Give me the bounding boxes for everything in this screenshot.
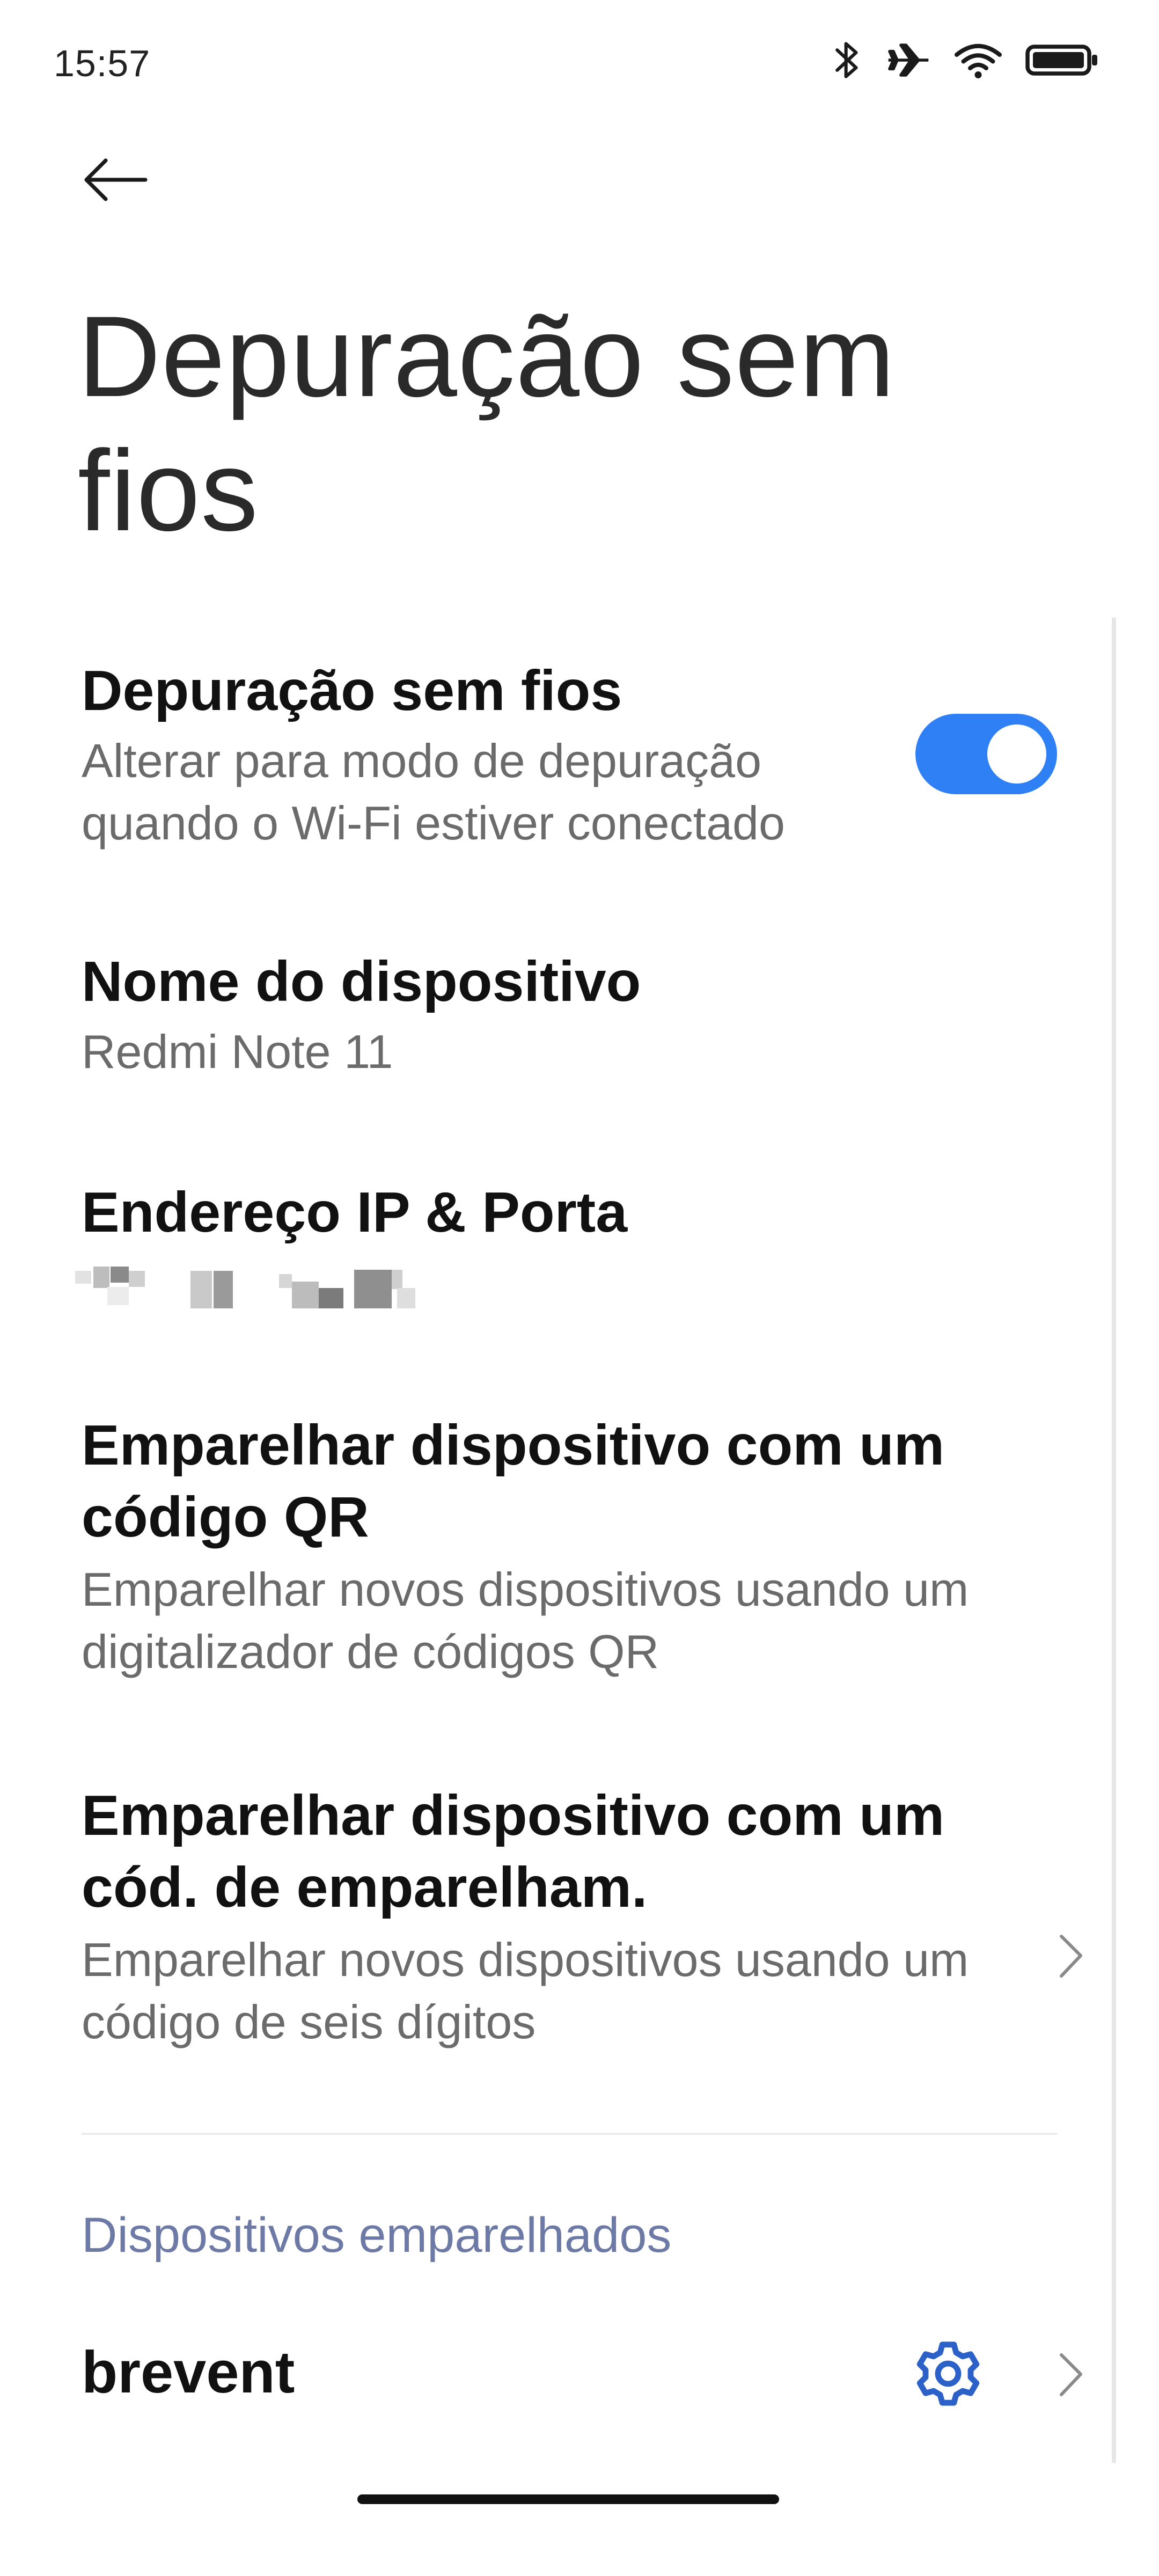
toggle-knob	[987, 724, 1046, 784]
status-icons	[832, 39, 1100, 82]
section-divider	[82, 2133, 1057, 2135]
paired-devices-header: Dispositivos emparelhados	[82, 2208, 672, 2263]
device-name-title: Nome do dispositivo	[82, 950, 641, 1013]
pair-qr-subtitle: Emparelhar novos dispositivos usando um …	[82, 1563, 969, 1678]
arrow-left-icon	[84, 158, 148, 201]
airplane-mode-icon	[885, 41, 931, 79]
pair-qr-row[interactable]: Emparelhar dispositivo com um código QR …	[82, 1409, 1069, 1683]
pair-qr-title: Emparelhar dispositivo com um código QR	[82, 1414, 945, 1549]
chevron-right-icon	[1060, 1935, 1082, 1978]
battery-icon	[1025, 42, 1100, 78]
device-name-row[interactable]: Nome do dispositivo Redmi Note 11	[82, 946, 1080, 1083]
status-time: 15:57	[54, 42, 151, 84]
paired-device-name[interactable]: brevent	[82, 2338, 295, 2407]
device-name-value: Redmi Note 11	[82, 1025, 393, 1078]
ip-port-title: Endereço IP & Porta	[82, 1181, 628, 1244]
wireless-debugging-title: Depuração sem fios	[82, 659, 622, 722]
page-title: Depuração sem fios	[78, 292, 896, 555]
gear-icon[interactable]	[913, 2339, 983, 2409]
ip-port-redacted-value	[75, 1267, 440, 1315]
wireless-debugging-toggle[interactable]	[915, 714, 1057, 794]
status-bar: 15:57	[0, 0, 1159, 129]
pair-code-subtitle: Emparelhar novos dispositivos usando um …	[82, 1933, 969, 2048]
wireless-debugging-row[interactable]: Depuração sem fios Alterar para modo de …	[82, 655, 876, 854]
bluetooth-icon	[832, 39, 863, 82]
home-indicator[interactable]	[357, 2494, 779, 2504]
ip-port-row[interactable]: Endereço IP & Porta	[82, 1176, 1080, 1248]
scrollbar[interactable]	[1112, 617, 1116, 2463]
chevron-right-icon[interactable]	[1055, 2351, 1087, 2399]
wifi-icon	[954, 41, 1002, 79]
pair-code-row[interactable]: Emparelhar dispositivo com um cód. de em…	[82, 1780, 1026, 2053]
pair-code-title: Emparelhar dispositivo com um cód. de em…	[82, 1784, 945, 1919]
back-button[interactable]	[80, 150, 150, 209]
wireless-debugging-subtitle: Alterar para modo de depuração quando o …	[82, 734, 785, 850]
